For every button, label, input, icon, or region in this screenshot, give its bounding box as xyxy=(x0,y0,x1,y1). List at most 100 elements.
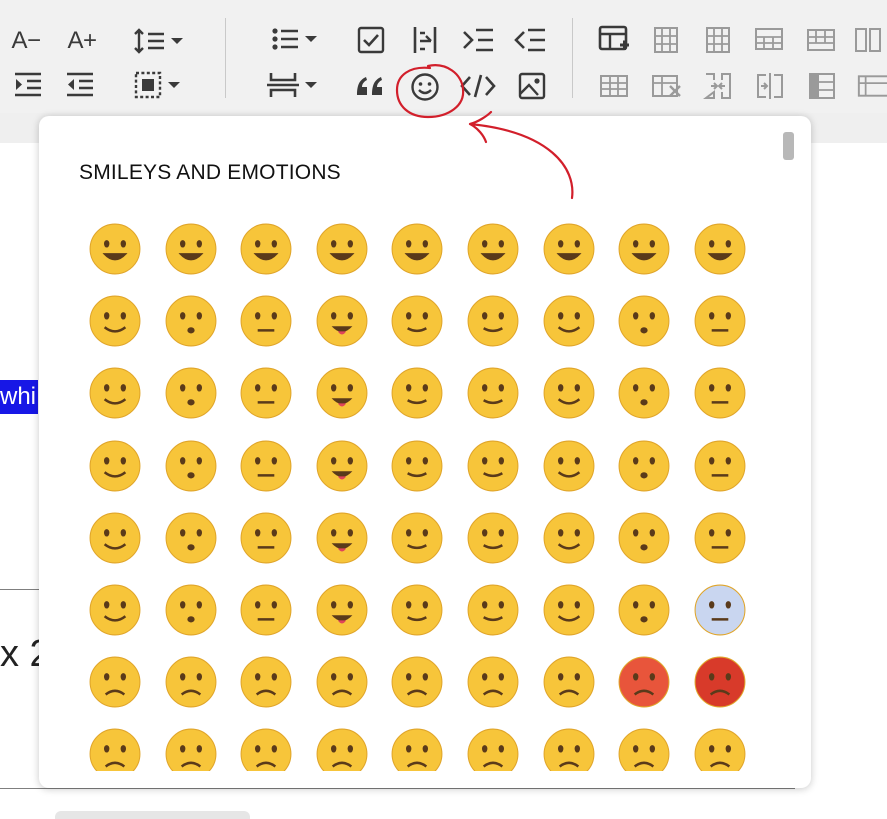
split-cells-button[interactable] xyxy=(750,68,790,104)
emoji-option[interactable] xyxy=(158,577,224,643)
emoji-option[interactable] xyxy=(611,360,677,426)
emoji-option[interactable] xyxy=(536,721,602,771)
emoji-option[interactable] xyxy=(158,505,224,571)
emoji-option[interactable] xyxy=(687,288,753,354)
table-header-button[interactable] xyxy=(802,68,842,104)
outdent-button[interactable] xyxy=(510,22,550,58)
emoji-option[interactable] xyxy=(384,360,450,426)
increase-indent-button[interactable] xyxy=(10,68,46,102)
table-more-button[interactable] xyxy=(854,68,887,104)
text-direction-button[interactable] xyxy=(406,22,444,58)
emoji-option[interactable] xyxy=(611,505,677,571)
emoji-option[interactable] xyxy=(384,577,450,643)
emoji-option[interactable] xyxy=(82,433,148,499)
emoji-option[interactable] xyxy=(309,433,375,499)
table-column-after-button[interactable] xyxy=(700,22,736,58)
emoji-option[interactable] xyxy=(460,505,526,571)
emoji-option[interactable] xyxy=(536,288,602,354)
table-delete-button[interactable] xyxy=(646,68,686,104)
emoji-option[interactable] xyxy=(82,721,148,771)
emoji-option[interactable] xyxy=(384,288,450,354)
line-height-button[interactable] xyxy=(128,24,188,58)
emoji-option[interactable] xyxy=(233,360,299,426)
emoji-option[interactable] xyxy=(158,216,224,282)
emoji-option[interactable] xyxy=(233,505,299,571)
emoji-option[interactable] xyxy=(233,433,299,499)
emoji-option[interactable] xyxy=(687,721,753,771)
emoji-option[interactable] xyxy=(233,216,299,282)
emoji-option[interactable] xyxy=(158,721,224,771)
emoji-option[interactable] xyxy=(384,433,450,499)
merge-cells-button[interactable] xyxy=(698,68,738,104)
emoji-option[interactable] xyxy=(611,288,677,354)
emoji-option[interactable] xyxy=(158,649,224,715)
emoji-option[interactable] xyxy=(384,649,450,715)
emoji-option[interactable] xyxy=(460,288,526,354)
emoji-option[interactable] xyxy=(82,216,148,282)
emoji-option[interactable] xyxy=(82,288,148,354)
decrease-indent-button[interactable] xyxy=(62,68,98,102)
popup-scrollbar[interactable] xyxy=(783,132,794,160)
emoji-option[interactable] xyxy=(536,577,602,643)
emoji-option[interactable] xyxy=(309,577,375,643)
emoji-option[interactable] xyxy=(233,288,299,354)
emoji-option[interactable] xyxy=(687,505,753,571)
emoji-button[interactable] xyxy=(405,68,445,106)
insert-image-button[interactable] xyxy=(512,68,552,104)
emoji-option[interactable] xyxy=(687,433,753,499)
emoji-option[interactable] xyxy=(687,360,753,426)
emoji-option[interactable] xyxy=(233,721,299,771)
blockquote-button[interactable] xyxy=(350,68,390,104)
horizontal-rule-button[interactable] xyxy=(258,68,326,102)
emoji-option[interactable] xyxy=(309,721,375,771)
emoji-option[interactable] xyxy=(82,360,148,426)
selected-text[interactable]: whi xyxy=(0,380,38,414)
checklist-button[interactable] xyxy=(352,22,390,58)
table-row-above-button[interactable] xyxy=(750,22,788,58)
emoji-option[interactable] xyxy=(460,721,526,771)
emoji-option[interactable] xyxy=(309,288,375,354)
emoji-option[interactable] xyxy=(309,216,375,282)
emoji-option[interactable] xyxy=(384,721,450,771)
emoji-option[interactable] xyxy=(536,649,602,715)
emoji-option[interactable] xyxy=(536,216,602,282)
emoji-option[interactable] xyxy=(536,505,602,571)
emoji-option[interactable] xyxy=(687,216,753,282)
bottom-tab[interactable] xyxy=(55,811,250,819)
table-delete-column-button[interactable] xyxy=(852,22,887,58)
emoji-option[interactable] xyxy=(158,288,224,354)
emoji-option[interactable] xyxy=(82,505,148,571)
emoji-option[interactable] xyxy=(233,577,299,643)
emoji-option[interactable] xyxy=(158,360,224,426)
table-properties-button[interactable] xyxy=(594,68,634,104)
emoji-option[interactable] xyxy=(158,433,224,499)
insert-table-button[interactable] xyxy=(594,22,634,58)
emoji-option[interactable] xyxy=(82,577,148,643)
emoji-option[interactable] xyxy=(611,216,677,282)
emoji-option[interactable] xyxy=(384,505,450,571)
emoji-option[interactable] xyxy=(384,216,450,282)
emoji-option[interactable] xyxy=(687,649,753,715)
emoji-option[interactable] xyxy=(611,721,677,771)
table-column-before-button[interactable] xyxy=(648,22,684,58)
code-button[interactable] xyxy=(458,68,498,104)
decrease-font-size-button[interactable]: A− xyxy=(6,24,46,58)
indent-button[interactable] xyxy=(458,22,498,58)
emoji-option[interactable] xyxy=(611,577,677,643)
table-row-below-button[interactable] xyxy=(802,22,840,58)
emoji-option[interactable] xyxy=(309,649,375,715)
emoji-option[interactable] xyxy=(611,433,677,499)
emoji-option[interactable] xyxy=(460,433,526,499)
emoji-option[interactable] xyxy=(536,433,602,499)
emoji-option[interactable] xyxy=(82,649,148,715)
emoji-option[interactable] xyxy=(309,505,375,571)
emoji-option[interactable] xyxy=(233,649,299,715)
emoji-option[interactable] xyxy=(460,216,526,282)
emoji-option[interactable] xyxy=(611,649,677,715)
emoji-option[interactable] xyxy=(460,360,526,426)
block-style-button[interactable] xyxy=(126,68,188,102)
emoji-option[interactable] xyxy=(536,360,602,426)
emoji-option[interactable] xyxy=(687,577,753,643)
increase-font-size-button[interactable]: A+ xyxy=(62,24,102,58)
emoji-option[interactable] xyxy=(460,577,526,643)
